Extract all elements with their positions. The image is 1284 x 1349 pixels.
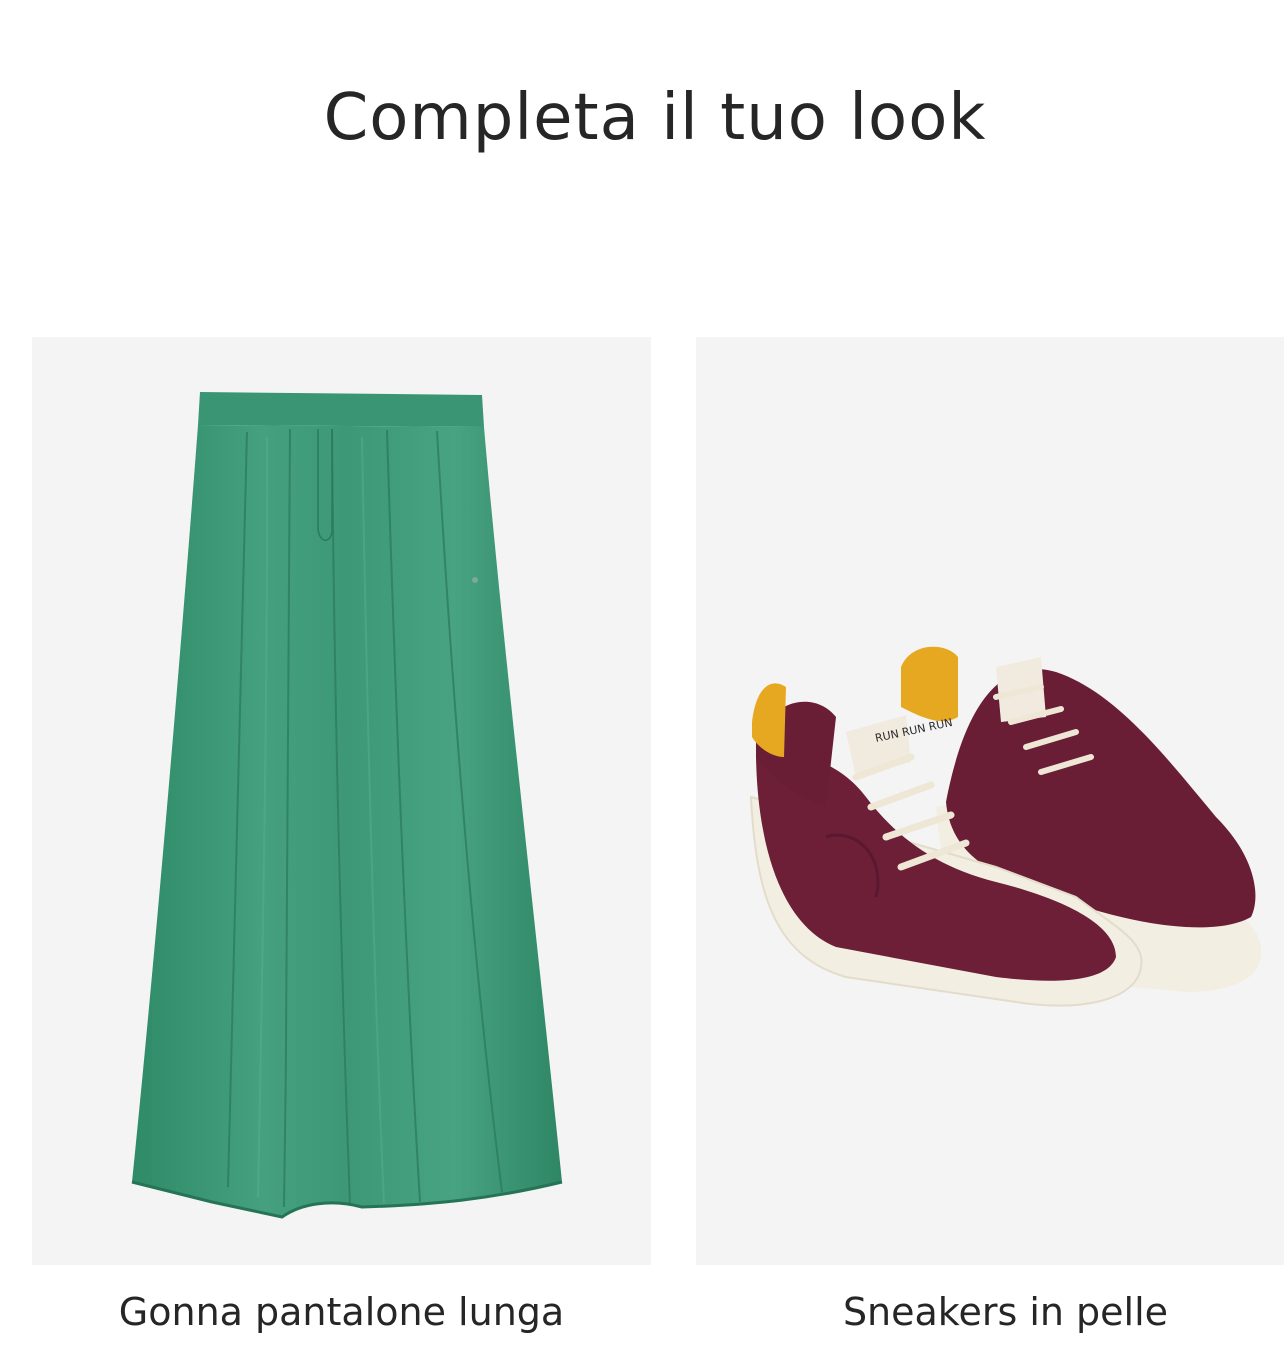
product-name[interactable]: Sneakers in pelle: [696, 1287, 1284, 1337]
trousers-illustration: [131, 392, 563, 1219]
product-image-trousers[interactable]: [32, 337, 651, 1265]
product-card-sneakers[interactable]: RUN RUN RUN Sneakers in pelle: [696, 337, 1284, 1337]
product-card-trousers[interactable]: Gonna pantalone lunga: [32, 337, 651, 1337]
product-name[interactable]: Gonna pantalone lunga: [32, 1287, 651, 1337]
section-title: Completa il tuo look: [323, 81, 987, 155]
sneakers-illustration: RUN RUN RUN: [749, 646, 1262, 1007]
sneaker-tongue-label: RUN RUN RUN: [874, 716, 954, 745]
product-image-sneakers[interactable]: RUN RUN RUN: [696, 337, 1284, 1265]
